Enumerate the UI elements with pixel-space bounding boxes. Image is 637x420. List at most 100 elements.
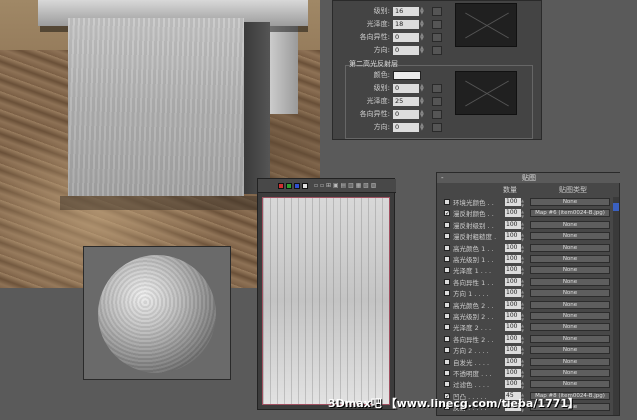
spinner-arrows-icon[interactable]: ▲ ▼ — [521, 278, 526, 288]
spinner-arrows-icon[interactable]: ▲ ▼ — [420, 109, 426, 119]
map-enable-checkbox[interactable] — [444, 313, 450, 319]
map-slot-button[interactable] — [432, 19, 442, 29]
map-enable-checkbox[interactable] — [444, 381, 450, 388]
level-spinner[interactable]: 0 — [393, 83, 419, 93]
map-type-button[interactable]: None — [530, 323, 610, 332]
material-preview[interactable] — [83, 246, 231, 380]
map-slot-button[interactable] — [432, 122, 442, 132]
map-amount-spinner[interactable]: 100 — [505, 220, 521, 229]
map-type-button[interactable]: None — [530, 380, 610, 389]
map-enable-checkbox[interactable] — [444, 301, 450, 308]
map-slot-button[interactable] — [432, 32, 442, 42]
map-amount-spinner[interactable]: 100 — [505, 243, 521, 252]
spinner-arrows-icon[interactable]: ▲ ▼ — [420, 32, 426, 42]
map-type-button[interactable]: None — [530, 289, 610, 298]
glossiness-spinner[interactable]: 25 — [393, 96, 419, 106]
map-type-button[interactable]: None — [530, 266, 610, 275]
map-type-button[interactable]: None — [530, 312, 610, 320]
spinner-arrows-icon[interactable]: ▲ ▼ — [521, 221, 526, 231]
map-enable-checkbox[interactable] — [444, 233, 450, 240]
map-enable-checkbox[interactable] — [444, 267, 450, 274]
maps-scrollbar[interactable] — [613, 197, 619, 415]
map-amount-spinner[interactable]: 100 — [505, 198, 521, 206]
map-slot-button[interactable] — [432, 6, 442, 16]
anisotropy-spinner[interactable]: 0 — [393, 32, 419, 42]
mono-channel-icon[interactable] — [302, 182, 308, 189]
map-amount-spinner[interactable]: 100 — [505, 300, 521, 309]
red-channel-icon[interactable] — [278, 182, 284, 189]
map-enable-checkbox[interactable] — [444, 278, 450, 285]
map-enable-checkbox[interactable] — [444, 335, 450, 342]
map-amount-spinner[interactable]: 100 — [505, 369, 521, 377]
map-amount-spinner[interactable]: 100 — [505, 380, 521, 389]
orientation-spinner[interactable]: 0 — [393, 122, 419, 132]
map-enable-checkbox[interactable] — [444, 244, 450, 251]
spinner-arrows-icon[interactable]: ▲ ▼ — [521, 198, 526, 208]
map-type-button[interactable]: None — [530, 300, 610, 309]
map-type-button[interactable]: None — [530, 255, 610, 263]
spinner-arrows-icon[interactable]: ▲ ▼ — [420, 83, 426, 93]
map-slot-button[interactable] — [432, 96, 442, 106]
map-amount-spinner[interactable]: 100 — [505, 266, 521, 275]
map-amount-spinner[interactable]: 100 — [505, 232, 521, 241]
spinner-arrows-icon[interactable]: ▲ ▼ — [521, 255, 526, 265]
map-amount-spinner[interactable]: 100 — [505, 289, 521, 298]
spinner-arrows-icon[interactable]: ▲ ▼ — [420, 6, 426, 16]
map-type-button[interactable]: None — [530, 243, 610, 252]
map-amount-spinner[interactable]: 100 — [505, 323, 521, 332]
map-type-button[interactable]: None — [530, 334, 610, 343]
map-enable-checkbox[interactable] — [444, 324, 450, 331]
map-enable-checkbox[interactable] — [444, 199, 450, 205]
spinner-arrows-icon[interactable]: ▲ ▼ — [420, 45, 426, 55]
spinner-arrows-icon[interactable]: ▲ ▼ — [521, 346, 526, 356]
map-amount-spinner[interactable]: 100 — [505, 255, 521, 263]
map-enable-checkbox[interactable] — [444, 256, 450, 262]
map-type-button[interactable]: Map #6 (item0024-B.jpg) — [530, 209, 610, 218]
spinner-arrows-icon[interactable]: ▲ ▼ — [521, 232, 526, 242]
maps-rollout-title[interactable]: - 贴图 — [437, 173, 621, 183]
map-enable-checkbox[interactable] — [444, 347, 450, 354]
map-enable-checkbox[interactable] — [444, 290, 450, 297]
scrollbar-thumb[interactable] — [613, 203, 619, 211]
orientation-spinner[interactable]: 0 — [393, 45, 419, 55]
map-type-button[interactable]: None — [530, 346, 610, 355]
spinner-arrows-icon[interactable]: ▲ ▼ — [521, 289, 526, 299]
map-type-button[interactable]: None — [530, 369, 610, 377]
spinner-arrows-icon[interactable]: ▲ ▼ — [521, 335, 526, 345]
map-type-button[interactable]: None — [530, 277, 610, 286]
map-slot-button[interactable] — [432, 109, 442, 119]
map-amount-spinner[interactable]: 100 — [505, 277, 521, 286]
glossiness-spinner[interactable]: 18 — [393, 19, 419, 29]
map-amount-spinner[interactable]: 100 — [505, 209, 521, 218]
map-enable-checkbox[interactable] — [444, 370, 450, 376]
spinner-arrows-icon[interactable]: ▲ ▼ — [420, 122, 426, 132]
blue-channel-icon[interactable] — [294, 182, 300, 189]
map-enable-checkbox[interactable]: ✓ — [444, 210, 450, 217]
specular-color-swatch[interactable] — [393, 70, 421, 80]
level-spinner[interactable]: 16 — [393, 6, 419, 16]
green-channel-icon[interactable] — [286, 182, 292, 189]
map-amount-spinner[interactable]: 100 — [505, 357, 521, 366]
spinner-arrows-icon[interactable]: ▲ ▼ — [521, 380, 526, 390]
spinner-arrows-icon[interactable]: ▲ ▼ — [521, 209, 526, 219]
spinner-arrows-icon[interactable]: ▲ ▼ — [420, 96, 426, 106]
spinner-arrows-icon[interactable]: ▲ ▼ — [521, 244, 526, 254]
anisotropy-spinner[interactable]: 0 — [393, 109, 419, 119]
map-type-button[interactable]: None — [530, 357, 610, 366]
bitmap-viewer-window[interactable]: ▫ ▫ ⊞ ▣ ▤ ▥ ▦ ▧ ▨ — [257, 178, 396, 410]
map-type-button[interactable]: None — [530, 232, 610, 241]
map-amount-spinner[interactable]: 100 — [505, 334, 521, 343]
bitmap-tool-icons[interactable]: ▫ ▫ ⊞ ▣ ▤ ▥ ▦ ▧ ▨ — [314, 182, 376, 189]
map-type-button[interactable]: None — [530, 220, 610, 229]
map-slot-button[interactable] — [432, 45, 442, 55]
collapse-icon[interactable]: - — [441, 173, 444, 183]
spinner-arrows-icon[interactable]: ▲ ▼ — [521, 358, 526, 368]
spinner-arrows-icon[interactable]: ▲ ▼ — [521, 312, 526, 322]
map-enable-checkbox[interactable] — [444, 358, 450, 365]
map-type-button[interactable]: None — [530, 198, 610, 206]
spinner-arrows-icon[interactable]: ▲ ▼ — [521, 323, 526, 333]
map-amount-spinner[interactable]: 100 — [505, 312, 521, 320]
spinner-arrows-icon[interactable]: ▲ ▼ — [521, 369, 526, 379]
spinner-arrows-icon[interactable]: ▲ ▼ — [521, 266, 526, 276]
map-slot-button[interactable] — [432, 83, 442, 93]
